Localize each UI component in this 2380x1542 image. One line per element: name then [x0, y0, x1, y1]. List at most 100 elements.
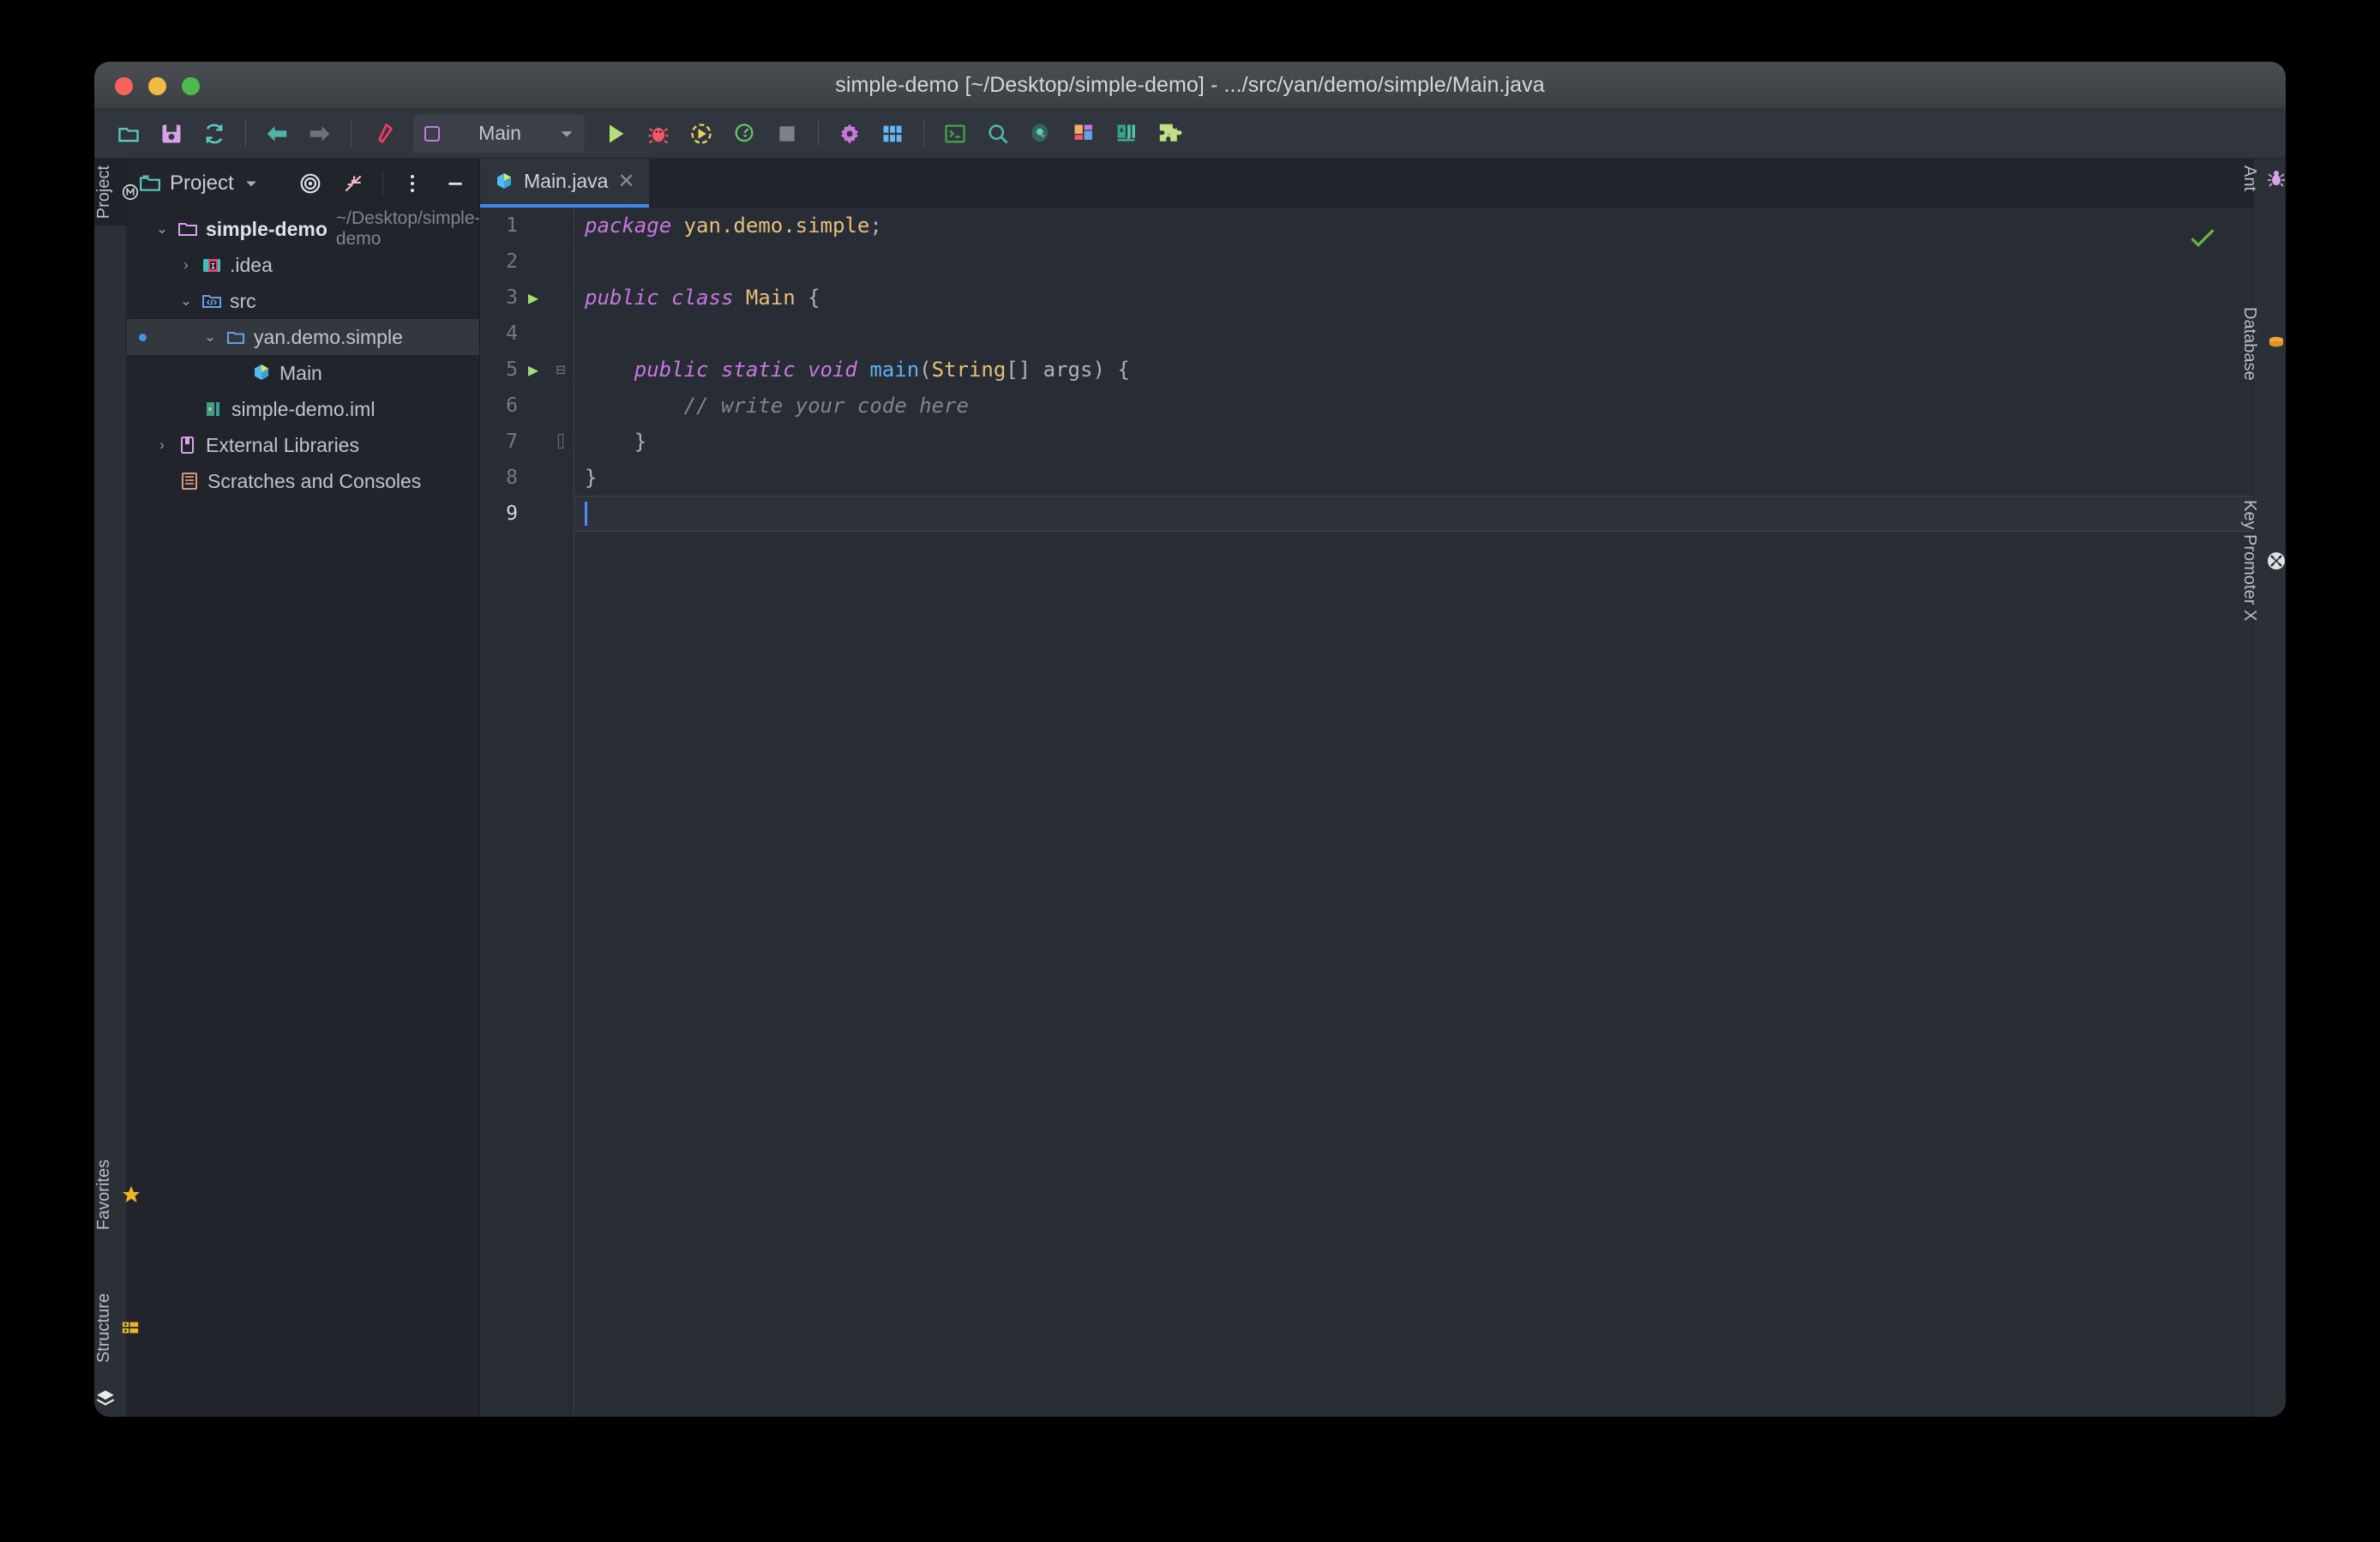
star-icon	[121, 1184, 141, 1205]
editor-area: Main.java ✕ 1 2 3 ▶ 4 5 ▶ ⊟ 6 7 ⌷ 8 9 pa…	[480, 159, 2253, 1417]
sync-icon[interactable]	[194, 115, 235, 153]
layout-blocks-icon[interactable]	[1063, 115, 1104, 153]
idea-folder-icon	[197, 255, 226, 275]
tree-row-idea[interactable]: › .idea	[127, 247, 479, 283]
code-editor[interactable]: 1 2 3 ▶ 4 5 ▶ ⊟ 6 7 ⌷ 8 9 package yan.demo.s…	[480, 208, 2253, 1417]
folder-root-icon	[173, 219, 202, 239]
zoom-window-button[interactable]	[182, 77, 200, 95]
project-tree[interactable]: ⌄ simple-demo ~/Desktop/simple-demo › .i…	[127, 208, 479, 1417]
editor-gutter[interactable]: 1 2 3 ▶ 4 5 ▶ ⊟ 6 7 ⌷ 8 9	[480, 208, 574, 1417]
fold-start-icon[interactable]: ⊟	[549, 361, 573, 379]
ant-bug-icon	[2266, 168, 2286, 189]
plugin-puzzle-icon[interactable]	[1149, 115, 1190, 153]
gutter-line: 5 ▶ ⊟	[480, 352, 574, 388]
gutter-line: 7 ⌷	[480, 424, 574, 460]
main-toolbar: Main	[94, 109, 2286, 159]
stop-icon[interactable]	[766, 115, 808, 153]
terminal-icon[interactable]	[935, 115, 976, 153]
tree-label: Scratches and Consoles	[207, 469, 422, 492]
iml-file-icon	[199, 399, 228, 419]
gutter-line: 2	[506, 250, 518, 273]
tree-label: simple-demo.iml	[231, 397, 376, 420]
chevron-down-icon[interactable]	[243, 175, 260, 192]
search-everywhere-icon[interactable]	[977, 115, 1019, 153]
sidebar-item-favorites[interactable]: Favorites	[94, 1153, 140, 1237]
tree-label: simple-demo	[206, 217, 328, 240]
twisty-icon[interactable]: ⌄	[151, 220, 173, 238]
sidebar-item-label: Ant	[2240, 166, 2259, 192]
debug-icon[interactable]	[638, 115, 679, 153]
tree-row-yan-demo-simple[interactable]: ⌄ yan.demo.simple	[127, 319, 479, 355]
layers-icon	[94, 1388, 117, 1410]
sidebar-item-database[interactable]: Database	[2240, 300, 2286, 388]
tree-row-iml[interactable]: simple-demo.iml	[127, 391, 479, 427]
twisty-icon[interactable]: ›	[151, 437, 173, 454]
open-project-icon[interactable]	[108, 115, 149, 153]
java-class-icon	[247, 363, 276, 383]
settings-gear-icon[interactable]	[829, 115, 870, 153]
project-panel-header: Project	[127, 159, 479, 208]
twisty-icon[interactable]: ›	[175, 256, 197, 274]
code-line-7: }	[585, 430, 647, 454]
structure-icon	[121, 1318, 140, 1337]
run-method-gutter-icon[interactable]: ▶	[518, 359, 549, 380]
project-tool-window: Project ⌄ simple-demo ~/Desktop/simple-d…	[127, 159, 480, 1417]
tree-row-simple-demo[interactable]: ⌄ simple-demo ~/Desktop/simple-demo	[127, 208, 479, 249]
tab-label: Main.java	[524, 170, 609, 192]
ide-features-icon[interactable]	[1106, 115, 1147, 153]
toolbar-divider-2	[351, 120, 352, 147]
sidebar-item-key-promoter-x[interactable]: Key Promoter X	[2240, 493, 2286, 628]
gutter-line: 6	[506, 395, 518, 417]
run-coverage-icon[interactable]	[681, 115, 722, 153]
code-text[interactable]: package yan.demo.simple; public class Ma…	[574, 208, 2253, 1417]
project-structure-icon[interactable]	[872, 115, 913, 153]
sidebar-item-label: Favorites	[94, 1159, 113, 1230]
tab-main-java[interactable]: Main.java ✕	[480, 159, 649, 208]
inspection-status-icon[interactable]	[2190, 226, 2215, 249]
minimize-window-button[interactable]	[148, 77, 166, 95]
close-icon[interactable]: ✕	[617, 171, 634, 192]
sidebar-item-layers[interactable]	[94, 1381, 127, 1417]
code-line-9	[574, 496, 2253, 532]
window-controls	[115, 77, 200, 95]
profiler-icon[interactable]	[724, 115, 765, 153]
hide-panel-icon[interactable]	[438, 166, 472, 201]
sidebar-item-structure[interactable]: Structure	[94, 1286, 139, 1370]
tree-row-scratches[interactable]: Scratches and Consoles	[127, 463, 479, 499]
twisty-icon[interactable]: ⌄	[199, 328, 221, 346]
tree-row-src[interactable]: ⌄ src	[127, 283, 479, 319]
options-menu-icon[interactable]	[395, 166, 430, 201]
project-panel-title: Project	[170, 171, 234, 195]
header-divider	[382, 171, 383, 196]
maven-circle-icon	[121, 183, 140, 202]
sidebar-item-label: Database	[2240, 307, 2259, 381]
sidebar-item-label: Structure	[94, 1292, 113, 1363]
build-hammer-icon[interactable]	[362, 115, 403, 153]
database-console-icon[interactable]	[1020, 115, 1061, 153]
fold-end-icon[interactable]: ⌷	[549, 433, 573, 451]
back-arrow-icon[interactable]	[256, 115, 298, 153]
source-folder-icon	[197, 291, 226, 311]
java-class-icon	[494, 172, 514, 192]
run-icon[interactable]	[595, 115, 636, 153]
scroll-from-source-icon[interactable]	[293, 166, 328, 201]
database-icon	[2266, 334, 2286, 354]
title-bar: simple-demo [~/Desktop/simple-demo] - ..…	[94, 62, 2286, 109]
twisty-icon[interactable]: ⌄	[175, 292, 197, 310]
window-title: simple-demo [~/Desktop/simple-demo] - ..…	[835, 72, 1545, 97]
gutter-line: 1	[506, 214, 518, 237]
sidebar-item-ant[interactable]: Ant	[2240, 159, 2286, 198]
close-window-button[interactable]	[115, 77, 133, 95]
code-line-3: public class Main {	[585, 286, 820, 310]
modified-marker	[139, 333, 147, 341]
collapse-all-icon[interactable]	[336, 166, 370, 201]
run-class-gutter-icon[interactable]: ▶	[518, 287, 549, 308]
run-config-icon	[424, 125, 440, 142]
forward-arrow-icon[interactable]	[299, 115, 340, 153]
tree-row-main[interactable]: Main	[127, 355, 479, 391]
tree-row-external-libraries[interactable]: › External Libraries	[127, 427, 479, 463]
run-configuration-selector[interactable]: Main	[413, 114, 585, 153]
sidebar-item-project[interactable]: Project	[94, 159, 139, 226]
external-libraries-icon	[173, 435, 202, 455]
save-all-icon[interactable]	[151, 115, 192, 153]
